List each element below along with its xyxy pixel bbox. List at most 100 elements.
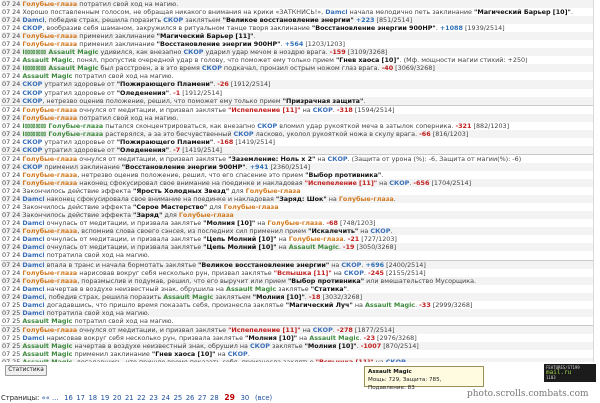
pagination-next-page[interactable]: 30 xyxy=(241,394,250,402)
player-name-link[interactable]: Assault Magic xyxy=(365,301,415,309)
log-text: впала в транс и начала бормотать заклять… xyxy=(44,260,199,269)
player-name-link[interactable]: Damci xyxy=(22,235,44,243)
log-text: очнулся от медитации, и призвал заклятье xyxy=(77,105,229,114)
player-name-link[interactable]: Assault Magic xyxy=(22,358,72,362)
player-name-link[interactable]: Damci xyxy=(22,219,44,227)
player-name-link[interactable]: Damci xyxy=(22,261,44,269)
player-name-link[interactable]: СКОР xyxy=(234,130,254,138)
player-name-link[interactable]: Assault Magic xyxy=(22,72,72,80)
player-name-link[interactable]: СКОР xyxy=(313,106,333,114)
player-name-link[interactable]: I⊠⊠⊠⊠ Голубые-глаза xyxy=(22,130,103,138)
player-name-link[interactable]: I⊠⊠⊠⊠ Голубые-глаза xyxy=(22,122,103,130)
pagination-page-link[interactable]: 26 xyxy=(186,394,195,402)
player-name-link[interactable]: Damci xyxy=(22,301,44,309)
player-name-link[interactable]: СКОР xyxy=(22,24,42,32)
player-name-link[interactable]: Damci xyxy=(22,243,44,251)
log-text: . xyxy=(390,227,393,236)
player-name-link[interactable]: Голубые-глаза xyxy=(22,40,77,48)
site-counter-badge[interactable]: FEATURES/ST199 mail.ru 1103 xyxy=(544,364,596,382)
player-name-link[interactable]: Голубые-глаза xyxy=(22,171,77,179)
player-name-link[interactable]: Голубые-глаза xyxy=(22,277,77,285)
player-name-link[interactable]: Голубые-глаза xyxy=(267,219,322,227)
player-name-link[interactable]: Голубые-глаза xyxy=(179,211,234,219)
player-name-link[interactable]: Assault Magic xyxy=(163,293,213,301)
player-name-link[interactable]: СКОР xyxy=(228,350,248,358)
player-name-link[interactable]: Damci xyxy=(22,309,44,317)
pagination-prev[interactable]: «« ... xyxy=(42,394,59,402)
player-name-link[interactable]: Assault Magic xyxy=(309,334,359,342)
player-name-link[interactable]: Damci xyxy=(22,251,44,259)
pagination-page-link[interactable]: 16 xyxy=(64,394,73,402)
player-name-link[interactable]: Голубые-глаза xyxy=(22,269,77,277)
log-text: 07 25 xyxy=(2,341,23,350)
player-name-link[interactable]: СКОР xyxy=(183,48,203,56)
player-name-link[interactable]: СКОР xyxy=(344,269,364,277)
log-line: 07 24 Голубые-глаза, поразмыслив и подум… xyxy=(1,276,593,285)
player-name-link[interactable]: Assault Magic xyxy=(22,317,72,325)
player-name-link[interactable]: Damci xyxy=(22,334,44,342)
log-text: нарисовав вокруг себя несколько рун, при… xyxy=(77,268,274,277)
log-line: 07 24 Голубые-глаза применил заклинание … xyxy=(1,32,593,41)
player-name-link[interactable]: Голубые-глаза xyxy=(22,155,77,163)
player-name-link[interactable]: Голубые-глаза xyxy=(22,106,77,114)
player-name-link[interactable]: Damci xyxy=(22,293,44,301)
player-name-link[interactable]: СКОР xyxy=(386,358,406,362)
player-name-link[interactable]: Damci xyxy=(22,195,44,203)
player-name-link[interactable]: СКОР xyxy=(257,122,277,130)
player-name-link[interactable]: Голубые-глаза xyxy=(246,187,301,195)
player-name-link[interactable]: Damci xyxy=(22,16,44,24)
player-name-link[interactable]: Голубые-глаза xyxy=(22,32,77,40)
player-name-link[interactable]: Голубые-глаза xyxy=(289,235,344,243)
player-name-link[interactable]: СКОР xyxy=(370,227,390,235)
player-name-link[interactable]: СКОР xyxy=(341,261,361,269)
pagination-page-link[interactable]: 21 xyxy=(125,394,134,402)
player-name-link[interactable]: I⊠⊠⊠⊠ Assault Magic xyxy=(22,64,98,72)
player-name-link[interactable]: СКОР xyxy=(202,64,222,72)
pagination-page-link[interactable]: 18 xyxy=(88,394,97,402)
damage-value: -19 xyxy=(342,243,355,252)
player-name-link[interactable]: Assault Magic xyxy=(226,285,276,293)
player-name-link[interactable]: СКОР xyxy=(313,326,333,334)
player-name-link[interactable]: Голубые-глаза xyxy=(224,203,279,211)
player-name-link[interactable]: Голубые-глаза xyxy=(22,0,77,8)
player-name-link[interactable]: I⊠⊠⊠⊠ Assault Magic xyxy=(22,48,98,56)
player-name-link[interactable]: СКОР xyxy=(22,138,42,146)
pagination-page-link[interactable]: 28 xyxy=(210,394,219,402)
player-name-link[interactable]: Assault Magic xyxy=(22,350,72,358)
player-name-link[interactable]: Голубые-глаза xyxy=(22,114,77,122)
log-text: для xyxy=(207,203,224,212)
pagination-page-link[interactable]: 17 xyxy=(76,394,85,402)
pagination-page-link[interactable]: 19 xyxy=(101,394,110,402)
statistics-button[interactable]: Статистика xyxy=(5,365,47,376)
log-text: применил заклинание xyxy=(77,32,157,41)
player-name-link[interactable]: СКОР xyxy=(389,179,409,187)
player-name-link[interactable]: СКОР xyxy=(163,16,183,24)
pagination-page-link[interactable]: 23 xyxy=(149,394,158,402)
player-name-link[interactable]: СКОР xyxy=(328,155,348,163)
pagination-page-link[interactable]: 20 xyxy=(113,394,122,402)
player-name-link[interactable]: СКОР xyxy=(22,146,42,154)
player-name-link[interactable]: Damci xyxy=(22,285,44,293)
player-name-link[interactable]: Assault Magic xyxy=(22,342,72,350)
player-name-link[interactable]: Damci xyxy=(325,8,347,16)
player-name-link[interactable]: СКОР xyxy=(22,163,42,171)
log-line: 07 24 Голубые-глаза очнулся от медитации… xyxy=(1,104,593,114)
player-name-link[interactable]: Голубые-глаза xyxy=(22,179,77,187)
log-line: 07 24 Damci очнулась от медитации, и при… xyxy=(1,219,593,227)
pagination-page-link[interactable]: 27 xyxy=(198,394,207,402)
log-text: на xyxy=(300,105,313,114)
pagination-page-link[interactable]: 25 xyxy=(174,394,183,402)
player-name-link[interactable]: СКОР xyxy=(22,80,42,88)
player-name-link[interactable]: СКОР xyxy=(22,89,42,97)
player-name-link[interactable]: Голубые-глаза xyxy=(22,326,77,334)
player-name-link[interactable]: Assault Magic xyxy=(289,243,339,251)
player-name-link[interactable]: Голубые-глаза xyxy=(22,227,77,235)
player-name-link[interactable]: Assault Magic xyxy=(22,56,72,64)
pagination-all-link[interactable]: (все) xyxy=(255,394,272,402)
pagination-page-link[interactable]: 24 xyxy=(161,394,170,402)
player-name-link[interactable]: СКОР xyxy=(22,97,42,105)
player-name-link[interactable]: Голубые-глаза xyxy=(339,195,394,203)
pagination-page-link[interactable]: 22 xyxy=(137,394,146,402)
log-text: потратила свой ход на магию. xyxy=(44,251,150,260)
player-name-link[interactable]: СКОР xyxy=(250,342,270,350)
